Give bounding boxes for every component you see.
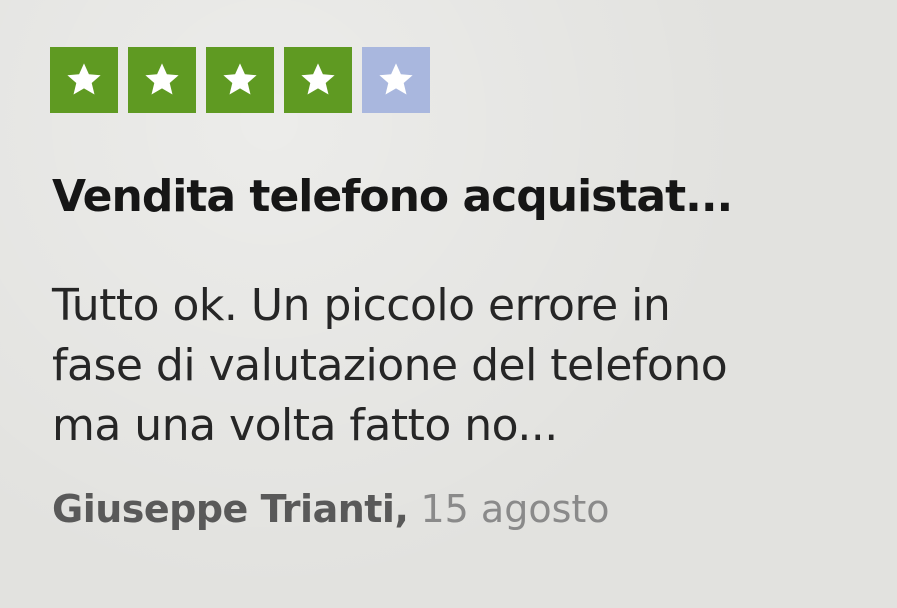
review-body: Tutto ok. Un piccolo errore in fase di v… [52, 276, 872, 456]
review-body-line: fase di valutazione del telefono [52, 340, 728, 391]
star-icon [301, 63, 335, 95]
star-1 [50, 47, 118, 113]
star-icon [223, 63, 257, 95]
review-card[interactable]: Vendita telefono acquistat... Tutto ok. … [0, 0, 897, 608]
review-meta: Giuseppe Trianti, 15 agosto [52, 487, 610, 531]
review-title[interactable]: Vendita telefono acquistat... [52, 171, 733, 222]
star-4 [284, 47, 352, 113]
review-body-line: ma una volta fatto no... [52, 400, 558, 451]
star-2 [128, 47, 196, 113]
star-rating [50, 47, 430, 113]
review-date: 15 agosto [420, 487, 610, 531]
star-5 [362, 47, 430, 113]
review-author: Giuseppe Trianti [52, 487, 395, 531]
star-icon [145, 63, 179, 95]
review-body-line: Tutto ok. Un piccolo errore in [52, 280, 671, 331]
star-3 [206, 47, 274, 113]
meta-separator: , [394, 487, 409, 531]
star-icon [379, 63, 413, 95]
star-icon [67, 63, 101, 95]
